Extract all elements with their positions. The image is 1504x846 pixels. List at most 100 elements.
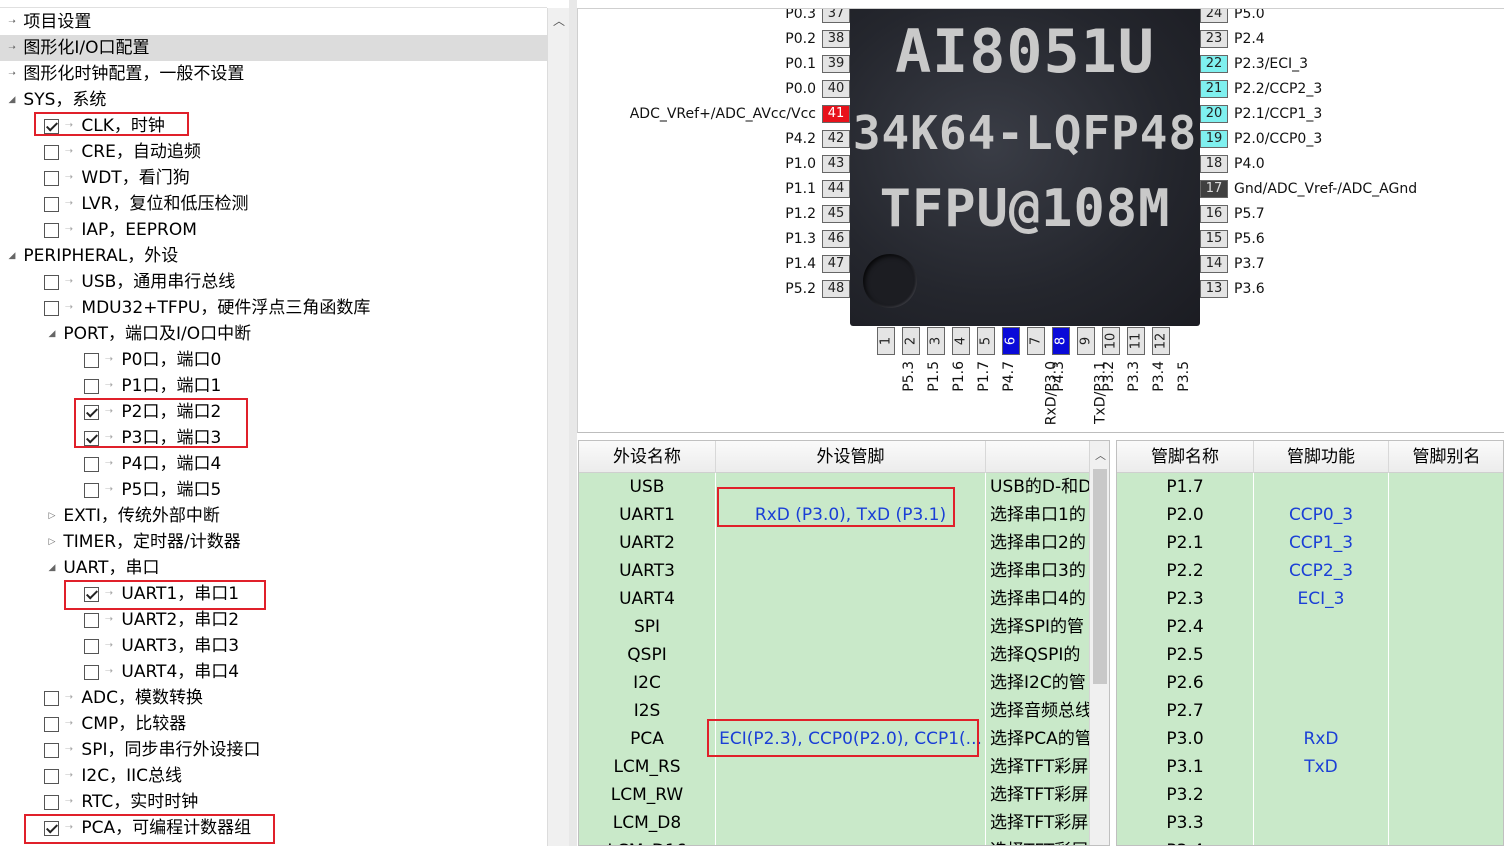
table-row[interactable]: QSPI 选择QSPI的 — [579, 641, 1091, 669]
pin-function[interactable]: RxD — [1254, 725, 1389, 753]
pin-number[interactable]: 7 — [1027, 327, 1045, 355]
tree-item[interactable]: ➝ USB，通用串行总线 — [44, 269, 235, 295]
pin-function[interactable] — [1254, 641, 1389, 669]
pin-function[interactable] — [1254, 697, 1389, 725]
table-row[interactable]: P3.3 — [1117, 809, 1503, 837]
tree-item[interactable]: ➝ SPI，同步串行外设接口 — [44, 737, 260, 763]
pin-number[interactable]: 23 — [1200, 30, 1228, 48]
tree-item[interactable]: ◢ PORT，端口及I/O口中断 — [46, 321, 252, 347]
panel-splitter[interactable] — [569, 0, 577, 846]
pin-number[interactable]: 45 — [822, 205, 850, 223]
checkbox[interactable] — [44, 170, 59, 186]
checkbox[interactable] — [44, 690, 59, 706]
pin-function[interactable] — [1254, 613, 1389, 641]
pin-function[interactable] — [1254, 781, 1389, 809]
pin-alias[interactable] — [1389, 585, 1503, 613]
pin-number[interactable]: 11 — [1127, 327, 1145, 355]
peripheral-pins[interactable] — [716, 837, 986, 845]
peripheral-pins[interactable] — [716, 809, 986, 837]
expanded-triangle-icon[interactable]: ◢ — [6, 87, 18, 113]
scrollbar-thumb[interactable] — [1093, 469, 1107, 684]
tree-item[interactable]: ➝ CRE，自动追频 — [44, 139, 201, 165]
tree-item[interactable]: ▷ EXTI，传统外部中断 — [46, 503, 220, 529]
checkbox[interactable] — [84, 586, 99, 602]
col-header-description[interactable] — [986, 441, 1091, 473]
pin-number[interactable]: 13 — [1200, 280, 1228, 298]
peripheral-pins[interactable]: ECI(P2.3), CCP0(P2.0), CCP1(... — [716, 725, 986, 753]
checkbox[interactable] — [84, 404, 99, 420]
checkbox[interactable] — [44, 742, 59, 758]
checkbox[interactable] — [44, 222, 59, 238]
collapsed-triangle-icon[interactable]: ▷ — [46, 529, 58, 555]
collapsed-triangle-icon[interactable]: ▷ — [46, 503, 58, 529]
pin-function[interactable] — [1254, 669, 1389, 697]
table-row[interactable]: P2.6 — [1117, 669, 1503, 697]
peripheral-pins[interactable] — [716, 557, 986, 585]
peripheral-pins[interactable] — [716, 753, 986, 781]
arrow-icon[interactable]: ➝ — [6, 61, 18, 87]
pin-function[interactable] — [1254, 837, 1389, 845]
checkbox[interactable] — [84, 456, 99, 472]
scroll-up-arrow-icon[interactable]: ︿ — [553, 12, 565, 29]
pin-function[interactable] — [1254, 473, 1389, 501]
table-row[interactable]: LCM_RW 选择TFT彩屏 — [579, 781, 1091, 809]
pin-alias[interactable] — [1389, 781, 1503, 809]
col-header-pin-alias[interactable]: 管脚别名 — [1389, 441, 1503, 473]
pin-number[interactable]: 8 — [1052, 327, 1070, 355]
tree-item[interactable]: ➝ ADC，模数转换 — [44, 685, 203, 711]
pin-number[interactable]: 48 — [822, 280, 850, 298]
tree-item[interactable]: ➝ P2口，端口2 — [84, 399, 221, 425]
pin-alias[interactable] — [1389, 809, 1503, 837]
pin-number[interactable]: 41 — [822, 105, 850, 123]
pin-alias[interactable] — [1389, 669, 1503, 697]
table-row[interactable]: UART2 选择串口2的 — [579, 529, 1091, 557]
peripheral-pins[interactable] — [716, 529, 986, 557]
checkbox[interactable] — [84, 352, 99, 368]
pin-number[interactable]: 22 — [1200, 55, 1228, 73]
pin-alias[interactable] — [1389, 641, 1503, 669]
table-row[interactable]: P2.0 CCP0_3 — [1117, 501, 1503, 529]
checkbox[interactable] — [44, 144, 59, 160]
tree-item[interactable]: ➝ UART4，串口4 — [84, 659, 239, 685]
checkbox[interactable] — [44, 820, 59, 836]
pin-number[interactable]: 3 — [927, 327, 945, 355]
pin-number[interactable]: 5 — [977, 327, 995, 355]
pin-function[interactable]: ECI_3 — [1254, 585, 1389, 613]
checkbox[interactable] — [84, 612, 99, 628]
pin-number[interactable]: 14 — [1200, 255, 1228, 273]
peripheral-pins[interactable] — [716, 781, 986, 809]
expanded-triangle-icon[interactable]: ◢ — [46, 321, 58, 347]
checkbox[interactable] — [84, 482, 99, 498]
peripheral-pins[interactable]: RxD (P3.0), TxD (P3.1) — [716, 501, 986, 529]
peripheral-pins[interactable] — [716, 585, 986, 613]
tree-item[interactable]: ➝ UART1，串口1 — [84, 581, 239, 607]
checkbox[interactable] — [44, 196, 59, 212]
pin-number[interactable]: 21 — [1200, 80, 1228, 98]
tree-item[interactable]: ➝ 项目设置 — [6, 9, 91, 35]
col-header-pin-function[interactable]: 管脚功能 — [1254, 441, 1389, 473]
tree-item[interactable]: ▷ TIMER，定时器/计数器 — [46, 529, 241, 555]
pin-number[interactable]: 18 — [1200, 155, 1228, 173]
table-row[interactable]: P2.4 — [1117, 613, 1503, 641]
table-row[interactable]: I2S 选择音频总线 — [579, 697, 1091, 725]
table-row[interactable]: P2.2 CCP2_3 — [1117, 557, 1503, 585]
pin-number[interactable]: 9 — [1077, 327, 1095, 355]
checkbox[interactable] — [44, 274, 59, 290]
tree-item[interactable]: ➝ UART3，串口3 — [84, 633, 239, 659]
pin-number[interactable]: 15 — [1200, 230, 1228, 248]
pin-number[interactable]: 44 — [822, 180, 850, 198]
peripheral-pins[interactable] — [716, 473, 986, 501]
pin-number[interactable]: 40 — [822, 80, 850, 98]
pin-number[interactable]: 43 — [822, 155, 850, 173]
pin-alias[interactable] — [1389, 557, 1503, 585]
table-row[interactable]: P1.7 — [1117, 473, 1503, 501]
pin-number[interactable]: 46 — [822, 230, 850, 248]
table-row[interactable]: P3.2 — [1117, 781, 1503, 809]
peripheral-pins[interactable] — [716, 697, 986, 725]
pin-function[interactable]: TxD — [1254, 753, 1389, 781]
table-row[interactable]: LCM_D8 选择TFT彩屏 — [579, 809, 1091, 837]
pin-number[interactable]: 6 — [1002, 327, 1020, 355]
pin-number[interactable]: 24 — [1200, 9, 1228, 23]
expanded-triangle-icon[interactable]: ◢ — [46, 555, 58, 581]
pin-number[interactable]: 4 — [952, 327, 970, 355]
